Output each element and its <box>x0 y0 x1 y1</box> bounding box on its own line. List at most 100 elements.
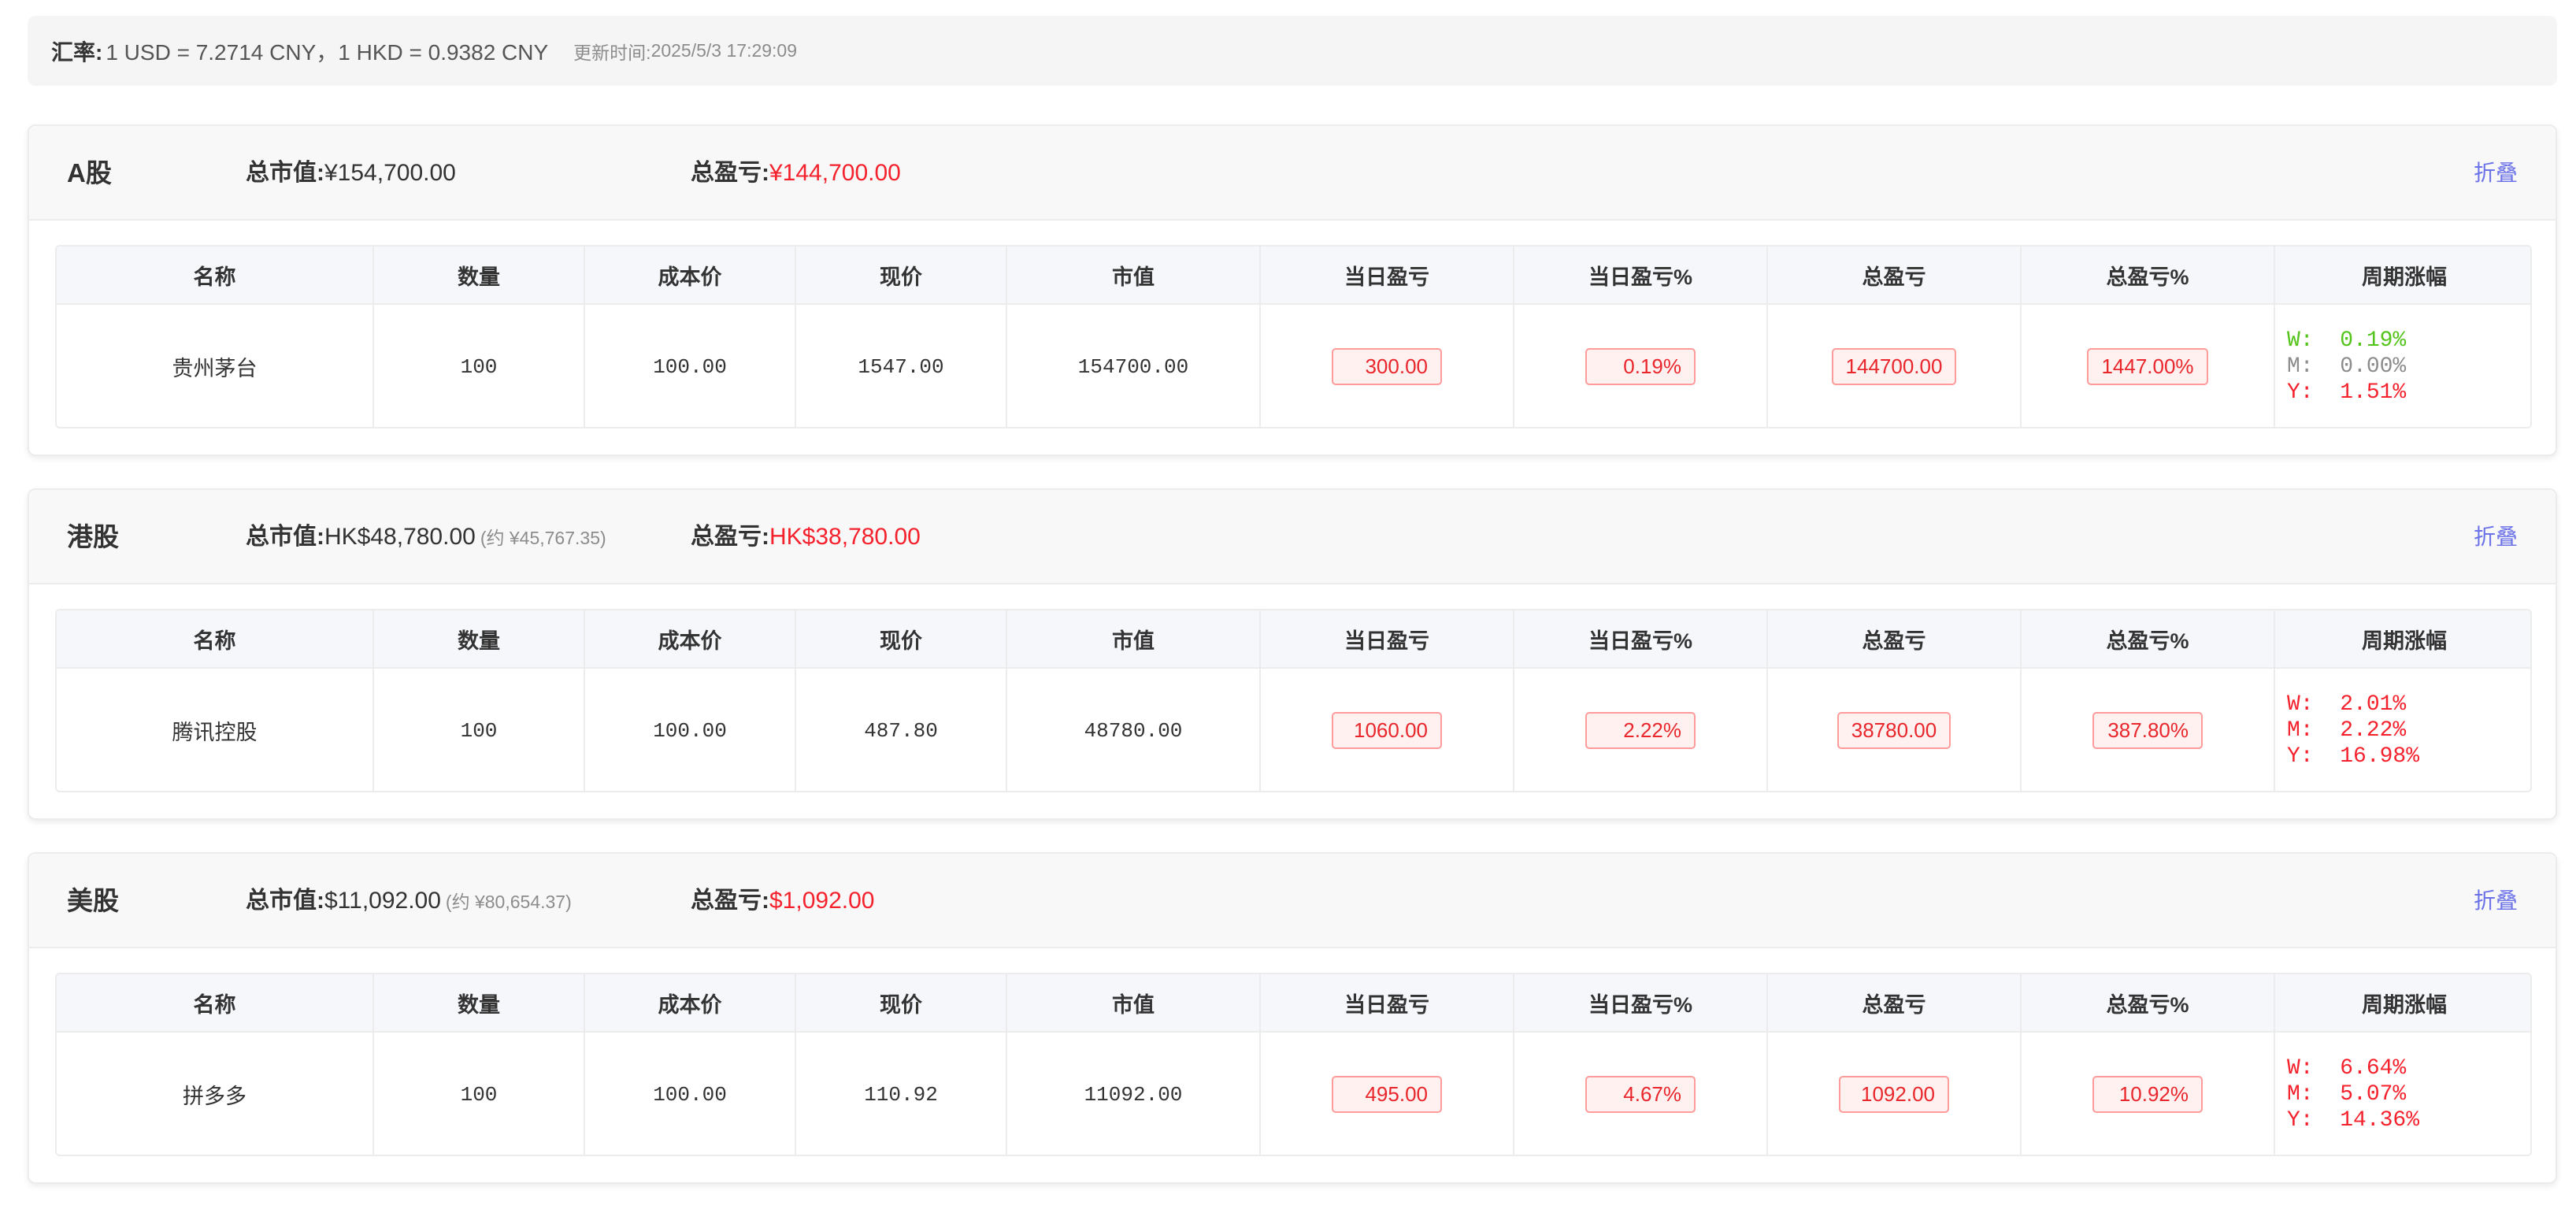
section-header: A股 总市值:¥154,700.00 总盈亏:¥144,700.00 折叠 <box>29 126 2556 221</box>
market-value: 154700.00 <box>1006 304 1261 427</box>
total-profit-loss-label: 总盈亏: <box>691 160 769 186</box>
column-header[interactable]: 现价 <box>795 247 1007 305</box>
column-header[interactable]: 周期涨幅 <box>2274 610 2530 669</box>
total-market-value-cny: (约 ¥80,654.37) <box>445 892 572 912</box>
column-header[interactable]: 周期涨幅 <box>2274 247 2530 305</box>
total-market-value-amount: HK$48,780.00 <box>324 524 476 550</box>
total-market-value-cny: (约 ¥45,767.35) <box>480 528 606 548</box>
column-header[interactable]: 成本价 <box>584 247 796 305</box>
column-header[interactable]: 名称 <box>57 974 374 1033</box>
column-header[interactable]: 当日盈亏 <box>1260 974 1514 1033</box>
stock-name: 腾讯控股 <box>57 668 374 791</box>
total-profit-loss: 总盈亏:¥144,700.00 <box>691 126 901 221</box>
column-header[interactable]: 数量 <box>373 610 585 669</box>
day-pl-cell: 300.00 <box>1260 304 1514 427</box>
column-header[interactable]: 总盈亏 <box>1767 610 2022 669</box>
column-header[interactable]: 名称 <box>57 610 374 669</box>
total-profit-loss: 总盈亏:HK$38,780.00 <box>691 490 921 584</box>
column-header[interactable]: 市值 <box>1006 247 1261 305</box>
total-profit-loss-amount: HK$38,780.00 <box>769 524 921 550</box>
cost-price: 100.00 <box>584 668 796 791</box>
section-us-shares: 美股 总市值:$11,092.00 (约 ¥80,654.37) 总盈亏:$1,0… <box>28 852 2557 1184</box>
column-header[interactable]: 总盈亏 <box>1767 247 2022 305</box>
exchange-rate-text: 1 USD = 7.2714 CNY，1 HKD = 0.9382 CNY <box>106 39 549 65</box>
holdings-table: 名称 数量 成本价 现价 市值 当日盈亏 当日盈亏% 总盈亏 总盈亏% 周期涨幅 腾讯控股 100… <box>55 609 2532 792</box>
period-week: W: 6.64% <box>2287 1056 2407 1081</box>
column-header[interactable]: 当日盈亏% <box>1514 247 1768 305</box>
total-market-value: 总市值:HK$48,780.00 (约 ¥45,767.35) <box>246 490 606 584</box>
column-header[interactable]: 现价 <box>795 974 1007 1033</box>
market-value: 48780.00 <box>1006 668 1261 791</box>
section-hk-shares: 港股 总市值:HK$48,780.00 (约 ¥45,767.35) 总盈亏:HK… <box>28 488 2557 820</box>
total-pl-pct-badge: 387.80% <box>2092 712 2203 749</box>
total-market-value-label: 总市值: <box>246 160 324 186</box>
table-header-row: 名称 数量 成本价 现价 市值 当日盈亏 当日盈亏% 总盈亏 总盈亏% 周期涨幅 <box>57 974 2530 1033</box>
update-time-label: 更新时间: <box>573 42 651 63</box>
collapse-button[interactable]: 折叠 <box>2474 490 2518 584</box>
period-change-cell: W: 6.64% M: 5.07% Y: 14.36% <box>2274 1032 2530 1155</box>
table-row[interactable]: 贵州茅台 100 100.00 1547.00 154700.00 300.00… <box>57 304 2530 427</box>
period-month: M: 5.07% <box>2287 1082 2407 1107</box>
day-pl-pct-badge: 0.19% <box>1585 348 1696 385</box>
day-pl-pct-cell: 0.19% <box>1514 304 1768 427</box>
column-header[interactable]: 数量 <box>373 247 585 305</box>
total-market-value-amount: $11,092.00 <box>324 888 441 914</box>
table-header-row: 名称 数量 成本价 现价 市值 当日盈亏 当日盈亏% 总盈亏 总盈亏% 周期涨幅 <box>57 610 2530 669</box>
column-header[interactable]: 数量 <box>373 974 585 1033</box>
exchange-rate-bar: 汇率: 1 USD = 7.2714 CNY，1 HKD = 0.9382 CN… <box>28 16 2557 86</box>
stock-name: 贵州茅台 <box>57 304 374 427</box>
collapse-button[interactable]: 折叠 <box>2474 126 2518 221</box>
column-header[interactable]: 当日盈亏% <box>1514 974 1768 1033</box>
period-month: M: 0.00% <box>2287 354 2407 379</box>
column-header[interactable]: 总盈亏 <box>1767 974 2022 1033</box>
column-header[interactable]: 成本价 <box>584 610 796 669</box>
total-pl-pct-cell: 10.92% <box>2021 1032 2275 1155</box>
column-header[interactable]: 当日盈亏 <box>1260 247 1514 305</box>
period-week: W: 2.01% <box>2287 692 2407 717</box>
total-pl-pct-cell: 387.80% <box>2021 668 2275 791</box>
holdings-table: 名称 数量 成本价 现价 市值 当日盈亏 当日盈亏% 总盈亏 总盈亏% 周期涨幅 拼多多 100 … <box>55 973 2532 1156</box>
day-pl-badge: 495.00 <box>1332 1076 1442 1113</box>
total-pl-badge: 1092.00 <box>1839 1076 1949 1113</box>
section-title: 港股 <box>67 522 119 551</box>
column-header[interactable]: 当日盈亏% <box>1514 610 1768 669</box>
day-pl-pct-cell: 4.67% <box>1514 1032 1768 1155</box>
column-header[interactable]: 周期涨幅 <box>2274 974 2530 1033</box>
column-header[interactable]: 成本价 <box>584 974 796 1033</box>
update-time-value: 2025/5/3 17:29:09 <box>650 40 798 61</box>
column-header[interactable]: 总盈亏% <box>2021 974 2275 1033</box>
total-pl-cell: 144700.00 <box>1767 304 2022 427</box>
total-profit-loss-amount: ¥144,700.00 <box>769 160 901 186</box>
section-header: 美股 总市值:$11,092.00 (约 ¥80,654.37) 总盈亏:$1,0… <box>29 854 2556 948</box>
section-title: A股 <box>67 158 112 187</box>
table-row[interactable]: 腾讯控股 100 100.00 487.80 48780.00 1060.00 … <box>57 668 2530 791</box>
section-header: 港股 总市值:HK$48,780.00 (约 ¥45,767.35) 总盈亏:HK… <box>29 490 2556 584</box>
column-header[interactable]: 当日盈亏 <box>1260 610 1514 669</box>
column-header[interactable]: 市值 <box>1006 610 1261 669</box>
market-value: 11092.00 <box>1006 1032 1261 1155</box>
current-price: 110.92 <box>795 1032 1007 1155</box>
day-pl-cell: 1060.00 <box>1260 668 1514 791</box>
column-header[interactable]: 名称 <box>57 247 374 305</box>
column-header[interactable]: 总盈亏% <box>2021 610 2275 669</box>
column-header[interactable]: 市值 <box>1006 974 1261 1033</box>
day-pl-badge: 1060.00 <box>1332 712 1442 749</box>
quantity: 100 <box>373 1032 585 1155</box>
collapse-button[interactable]: 折叠 <box>2474 854 2518 948</box>
section-title: 美股 <box>67 886 119 915</box>
period-change-cell: W: 2.01% M: 2.22% Y: 16.98% <box>2274 668 2530 791</box>
stock-name: 拼多多 <box>57 1032 374 1155</box>
exchange-rate-label: 汇率: <box>51 39 103 65</box>
column-header[interactable]: 现价 <box>795 610 1007 669</box>
table-row[interactable]: 拼多多 100 100.00 110.92 11092.00 495.00 4.… <box>57 1032 2530 1155</box>
total-market-value-amount: ¥154,700.00 <box>324 160 456 186</box>
column-header[interactable]: 总盈亏% <box>2021 247 2275 305</box>
period-change-cell: W: 0.19% M: 0.00% Y: 1.51% <box>2274 304 2530 427</box>
section-a-shares: A股 总市值:¥154,700.00 总盈亏:¥144,700.00 折叠 名称… <box>28 124 2557 456</box>
total-market-value: 总市值:$11,092.00 (约 ¥80,654.37) <box>246 854 572 948</box>
current-price: 1547.00 <box>795 304 1007 427</box>
total-market-value-label: 总市值: <box>246 888 324 914</box>
current-price: 487.80 <box>795 668 1007 791</box>
total-pl-pct-badge: 1447.00% <box>2087 348 2208 385</box>
total-profit-loss-amount: $1,092.00 <box>769 888 875 914</box>
